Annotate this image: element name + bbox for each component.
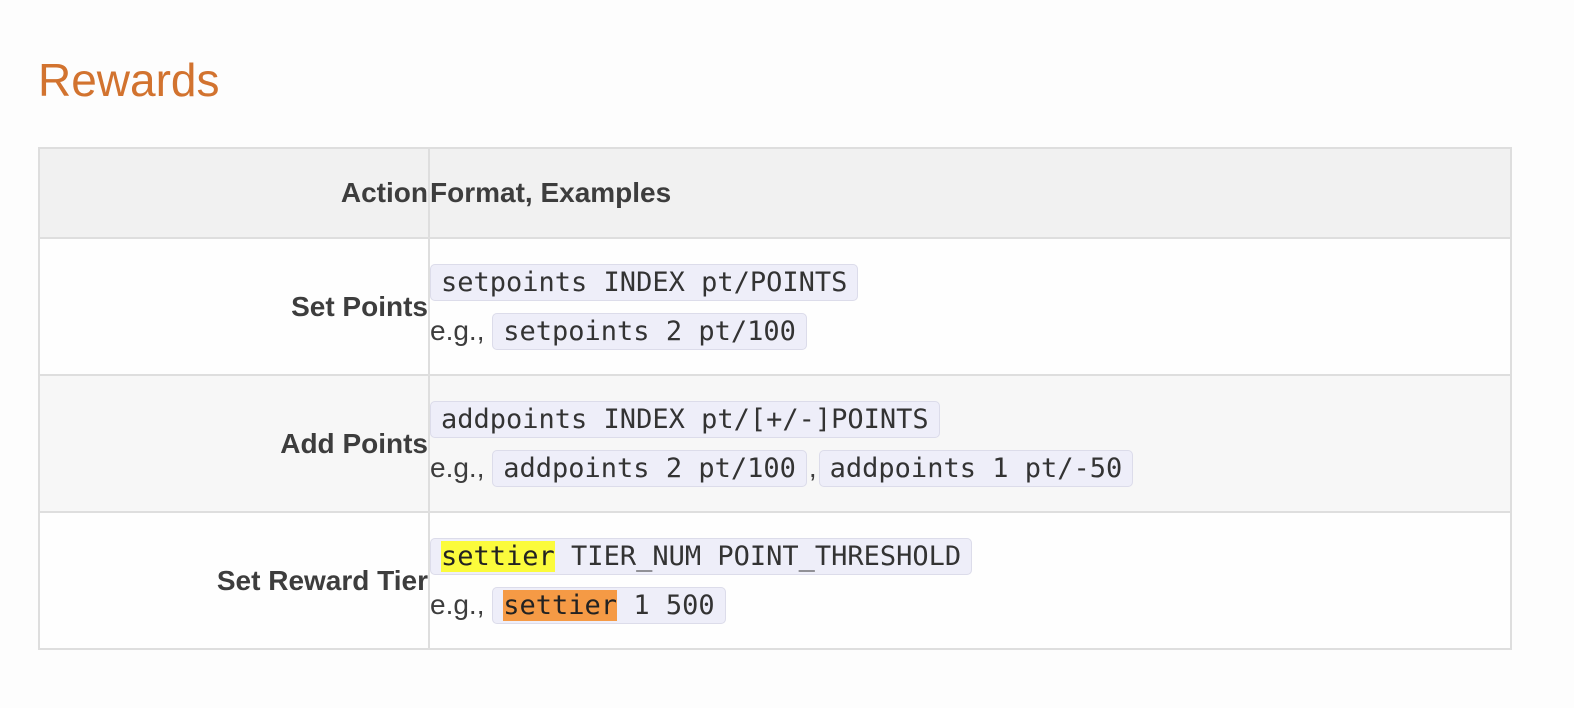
format-cell: addpoints INDEX pt/[+/-]POINTS e.g., add… xyxy=(428,374,1512,513)
action-set-reward-tier: Set Reward Tier xyxy=(38,511,430,650)
action-set-points: Set Points xyxy=(38,237,430,376)
format-line: addpoints INDEX pt/[+/-]POINTS xyxy=(430,395,1510,444)
example-line: e.g., settier 1 500 xyxy=(430,581,1510,630)
example-code-rest: 1 500 xyxy=(617,589,715,621)
format-line: settier TIER_NUM POINT_THRESHOLD xyxy=(430,532,1510,581)
rewards-table: Action Format, Examples Set Points setpo… xyxy=(38,147,1512,650)
table-row: Add Points addpoints INDEX pt/[+/-]POINT… xyxy=(38,374,1512,513)
header-action: Action xyxy=(38,147,430,239)
highlighted-command: settier xyxy=(503,589,618,621)
eg-prefix: e.g., xyxy=(430,588,485,620)
example-line: e.g., addpoints 2 pt/100, addpoints 1 pt/… xyxy=(430,444,1510,493)
page-title: Rewards xyxy=(38,54,220,106)
table-row: Set Reward Tier settier TIER_NUM POINT_T… xyxy=(38,511,1512,650)
format-cell: settier TIER_NUM POINT_THRESHOLD e.g., s… xyxy=(428,511,1512,650)
format-code: settier TIER_NUM POINT_THRESHOLD xyxy=(430,537,973,575)
format-line: setpoints INDEX pt/POINTS xyxy=(430,258,1510,307)
example-code: settier 1 500 xyxy=(492,586,726,624)
table-header-row: Action Format, Examples xyxy=(38,147,1512,239)
example-code: setpoints 2 pt/100 xyxy=(492,312,807,350)
header-format: Format, Examples xyxy=(428,147,1512,239)
format-code-rest: TIER_NUM POINT_THRESHOLD xyxy=(554,540,962,572)
example-code: addpoints 2 pt/100 xyxy=(492,449,807,487)
format-cell: setpoints INDEX pt/POINTS e.g., setpoint… xyxy=(428,237,1512,376)
format-code: addpoints INDEX pt/[+/-]POINTS xyxy=(430,400,940,438)
table-row: Set Points setpoints INDEX pt/POINTS e.g… xyxy=(38,237,1512,376)
format-code: setpoints INDEX pt/POINTS xyxy=(430,263,859,301)
action-add-points: Add Points xyxy=(38,374,430,513)
highlighted-command: settier xyxy=(441,540,555,572)
eg-prefix: e.g., xyxy=(430,314,485,346)
eg-prefix: e.g., xyxy=(430,451,485,483)
example-code: addpoints 1 pt/-50 xyxy=(818,449,1134,487)
example-line: e.g., setpoints 2 pt/100 xyxy=(430,307,1510,356)
example-separator: , xyxy=(808,451,817,483)
